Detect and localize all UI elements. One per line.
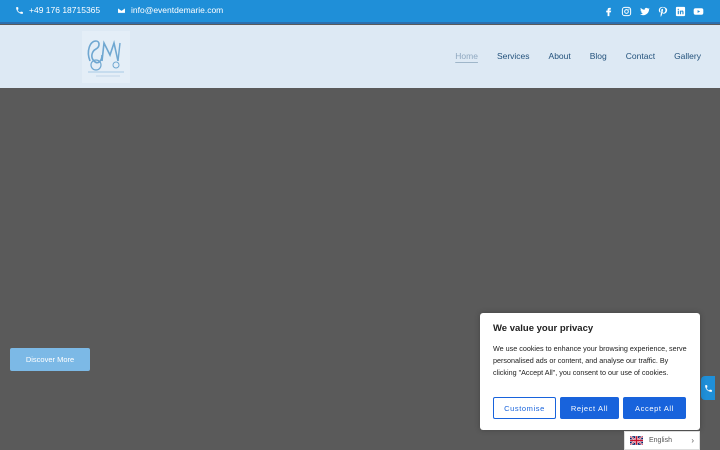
nav-item-contact[interactable]: Contact [626, 51, 655, 61]
nav-item-about[interactable]: About [549, 51, 571, 61]
nav-item-home[interactable]: Home [455, 51, 478, 61]
main-nav: Home Services About Blog Contact Gallery [455, 51, 701, 61]
nav-item-services[interactable]: Services [497, 51, 530, 61]
pinterest-icon[interactable] [656, 5, 668, 17]
cookie-actions: Customise Reject All Accept All [493, 397, 686, 419]
envelope-icon [117, 7, 126, 13]
phone-icon [16, 6, 23, 14]
language-label: English [649, 437, 672, 444]
top-bar: +49 176 18715365 info@eventdemarie.com [0, 0, 720, 24]
cookie-consent-banner: We value your privacy We use cookies to … [480, 313, 700, 430]
email-address: info@eventdemarie.com [131, 5, 224, 15]
youtube-icon[interactable] [692, 5, 704, 17]
nav-item-gallery[interactable]: Gallery [674, 51, 701, 61]
phone-number: +49 176 18715365 [29, 5, 101, 15]
email-link[interactable]: info@eventdemarie.com [117, 5, 223, 15]
discover-more-button[interactable]: Discover More [10, 348, 90, 371]
floating-call-button[interactable] [701, 376, 715, 400]
nav-item-blog[interactable]: Blog [590, 51, 607, 61]
facebook-icon[interactable] [602, 5, 614, 17]
instagram-icon[interactable] [620, 5, 632, 17]
language-switcher[interactable]: English › [624, 431, 700, 450]
linkedin-icon[interactable] [674, 5, 686, 17]
cookie-description: We use cookies to enhance your browsing … [493, 344, 687, 377]
reject-all-button[interactable]: Reject All [560, 397, 619, 419]
phone-link[interactable]: +49 176 18715365 [15, 5, 100, 15]
social-links [602, 5, 704, 17]
chevron-right-icon: › [691, 436, 694, 445]
accept-all-button[interactable]: Accept All [623, 397, 686, 419]
twitter-icon[interactable] [638, 5, 650, 17]
uk-flag-icon [630, 436, 643, 445]
site-header: Home Services About Blog Contact Gallery [0, 25, 720, 88]
customise-button[interactable]: Customise [493, 397, 556, 419]
cookie-title: We value your privacy [493, 323, 594, 334]
phone-icon [704, 384, 712, 392]
site-logo[interactable] [82, 31, 130, 83]
